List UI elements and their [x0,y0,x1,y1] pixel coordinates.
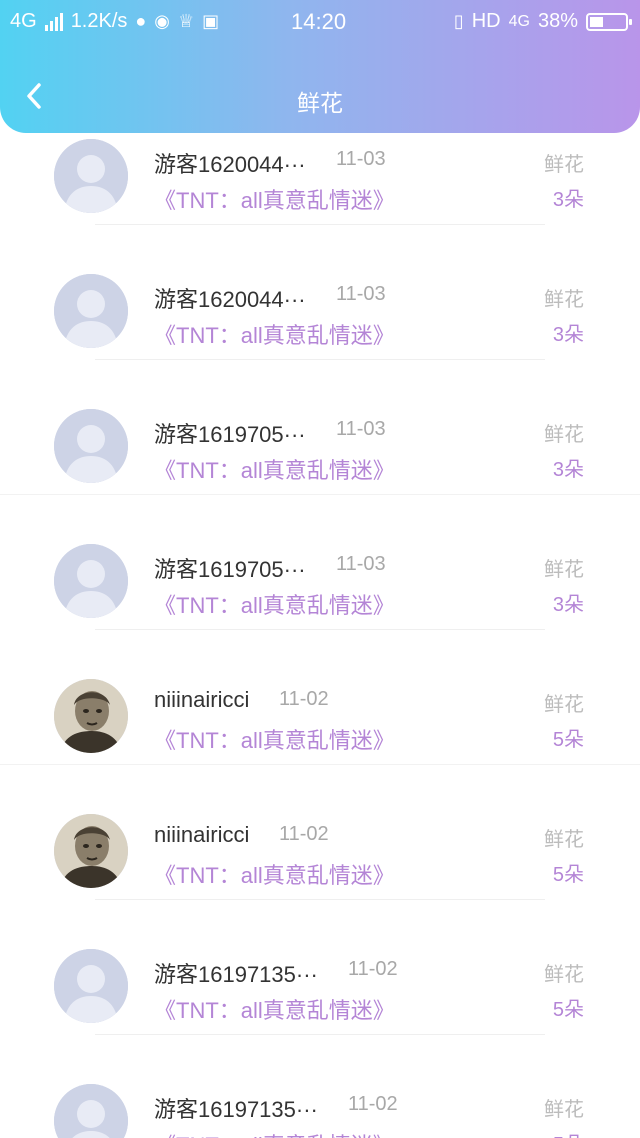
gift-type: 鲜花 [544,289,584,311]
send-date: 11-02 [348,1093,398,1115]
book-title[interactable]: 《TNT：all真意乱情迷》 [154,993,395,1025]
book-title[interactable]: 《TNT：all真意乱情迷》 [154,318,395,350]
user-name: 游客1620044··· [154,152,306,177]
book-title[interactable]: 《TNT：all真意乱情迷》 [154,183,395,215]
avatar[interactable] [54,139,128,213]
gift-type: 鲜花 [544,829,584,851]
list-item[interactable]: 游客1620044··· 11-03 《TNT：all真意乱情迷》 鲜花 3朵 [0,225,640,360]
default-avatar-icon [54,139,128,213]
avatar[interactable] [54,814,128,888]
gift-type: 鲜花 [544,559,584,581]
send-date: 11-03 [336,553,386,575]
user-name: 游客16197135··· [154,962,318,987]
battery-icon [586,12,632,31]
vibrate-icon: ▯ [453,11,464,31]
browser-icon: ● [135,11,147,31]
send-date: 11-02 [279,688,329,710]
flower-record-list: 游客1620044··· 11-03 《TNT：all真意乱情迷》 鲜花 3朵 … [0,90,640,1138]
default-avatar-icon [54,544,128,618]
list-item[interactable]: niiinairicci 11-02 《TNT：all真意乱情迷》 鲜花 5朵 [0,630,640,765]
list-item[interactable]: 游客1619705··· 11-03 《TNT：all真意乱情迷》 鲜花 3朵 [0,360,640,495]
list-item[interactable]: 游客16197135··· 11-02 《TNT：all真意乱情迷》 鲜花 5朵 [0,900,640,1035]
flower-count: 5朵 [553,1128,584,1138]
clock: 14:20 [291,9,347,34]
flower-count: 3朵 [552,189,584,211]
flower-count: 3朵 [552,324,584,346]
network-type-right: 4G [508,12,530,30]
user-name: niiinairicci [154,822,250,847]
user-name: 游客1619705··· [154,557,306,582]
crown-icon: ♕ [177,11,195,31]
signal-icon [44,12,63,31]
gift-type: 鲜花 [544,154,584,176]
list-item[interactable]: 游客16197135··· 11-02 《TNT：all真意乱情迷》 鲜花 5朵 [0,1035,640,1138]
status-left: 4G 1.2K/s ● ◉ ♕ ▣ [10,10,219,33]
avatar[interactable] [54,409,128,483]
hd-indicator: HD [471,10,501,32]
user-name: niiinairicci [154,687,250,712]
status-right: ▯ HD 4G 38% [453,10,632,33]
avatar[interactable] [54,544,128,618]
user-name: 游客1620044··· [154,287,306,312]
portrait-avatar-icon [54,679,128,753]
user-name: 游客16197135··· [154,1097,318,1122]
default-avatar-icon [54,409,128,483]
avatar[interactable] [54,679,128,753]
gift-type: 鲜花 [544,964,584,986]
network-type: 4G [10,10,37,32]
send-date: 11-03 [336,148,386,170]
battery-level: 38% [537,10,578,32]
send-date: 11-03 [336,418,386,440]
send-date: 11-02 [279,823,329,845]
s-app-icon: ▣ [202,11,220,31]
status-bar: 4G 1.2K/s ● ◉ ♕ ▣ 14:20 ▯ HD 4G 38% [0,0,640,44]
default-avatar-icon [54,1084,128,1138]
list-item[interactable]: niiinairicci 11-02 《TNT：all真意乱情迷》 鲜花 5朵 [0,765,640,900]
gift-type: 鲜花 [544,424,584,446]
top-header: 4G 1.2K/s ● ◉ ♕ ▣ 14:20 ▯ HD 4G 38% 鲜花 [0,0,640,133]
send-date: 11-03 [336,283,386,305]
avatar[interactable] [54,1084,128,1138]
wechat-icon: ◉ [154,11,170,31]
book-title[interactable]: 《TNT：all真意乱情迷》 [154,858,395,890]
page-title: 鲜花 [297,90,343,116]
book-title[interactable]: 《TNT：all真意乱情迷》 [154,453,395,485]
book-title[interactable]: 《TNT：all真意乱情迷》 [154,588,395,620]
avatar[interactable] [54,949,128,1023]
gift-type: 鲜花 [544,1099,584,1121]
default-avatar-icon [54,949,128,1023]
book-title[interactable]: 《TNT：all真意乱情迷》 [154,1128,395,1138]
network-speed: 1.2K/s [70,10,128,32]
flower-count: 5朵 [552,729,584,751]
send-date: 11-02 [348,958,398,980]
flower-count: 3朵 [552,459,584,481]
user-name: 游客1619705··· [154,422,306,447]
gift-type: 鲜花 [544,694,584,716]
default-avatar-icon [54,274,128,348]
list-item[interactable]: 游客1619705··· 11-03 《TNT：all真意乱情迷》 鲜花 3朵 [0,495,640,630]
flower-count: 5朵 [552,999,584,1021]
flower-count: 5朵 [552,864,584,886]
book-title[interactable]: 《TNT：all真意乱情迷》 [154,723,395,755]
flower-count: 3朵 [552,594,584,616]
avatar[interactable] [54,274,128,348]
portrait-avatar-icon [54,814,128,888]
